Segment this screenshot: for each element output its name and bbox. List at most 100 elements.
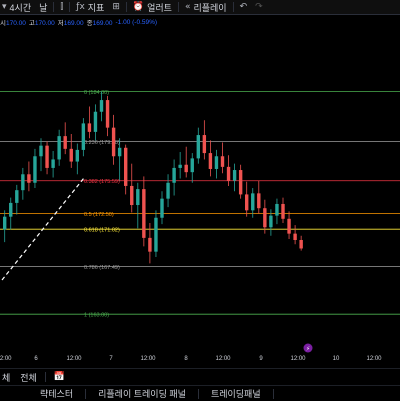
low-value: 169.00	[63, 20, 84, 27]
range-all-button[interactable]: 전체	[18, 371, 39, 384]
time-axis-label: 12:00	[215, 356, 231, 362]
bottom-range-bar: 체 전체 📅	[0, 368, 400, 385]
time-axis-label: 9	[259, 356, 263, 362]
chart-type-button[interactable]: ⫿	[58, 2, 65, 12]
tab-strategy-tester[interactable]: 략테스터	[0, 387, 85, 400]
candle-body	[3, 216, 7, 230]
tab-replay-trading-panel[interactable]: 리플레이 트레이딩 패널	[86, 387, 198, 400]
divider	[272, 388, 274, 399]
divider	[44, 372, 46, 382]
undo-icon: ↶	[239, 2, 248, 12]
candle-body	[160, 198, 164, 218]
candle-body	[293, 233, 297, 240]
rewind-icon: «	[184, 2, 191, 12]
candle-body	[208, 153, 213, 169]
candle-body	[178, 164, 182, 168]
range-period-label: 체	[2, 372, 11, 383]
replay-button[interactable]: « 리플레이	[183, 1, 229, 14]
indicators-button[interactable]: ƒx 지표	[74, 1, 106, 14]
indicators-label: 지표	[87, 2, 105, 13]
top-toolbar: ▾ 4시간 날 ⫿ ƒx 지표 ⊞ ⏰ 얼러트 « 리플레이 ↶ ↷	[0, 0, 400, 15]
range-period-button[interactable]: 체	[0, 371, 12, 384]
candle-body	[251, 193, 255, 211]
candlestick-icon: ⫿	[60, 2, 64, 12]
time-axis[interactable]: 12:00 6 12:00 7 12:00 8 12:00 9 12:00 10 12:00	[0, 356, 382, 362]
time-axis-label: 7	[109, 356, 113, 362]
redo-button[interactable]: ↷	[253, 2, 265, 12]
divider	[53, 2, 55, 12]
tab-trading-panel[interactable]: 트레이딩패널	[199, 387, 273, 400]
fib-level-label: 0.786 (167.49)	[84, 265, 120, 271]
chevron-down-icon: ▾	[2, 2, 7, 12]
change-value: -1.00 (-0.59%)	[115, 18, 158, 26]
redo-icon: ↷	[255, 2, 263, 12]
interval-unit-label: 날	[39, 2, 48, 13]
candle-body	[93, 111, 98, 132]
fib-level-label: 0.382 (175.59)	[84, 179, 120, 185]
candle-body	[33, 156, 37, 183]
divider	[125, 2, 127, 12]
range-all-label: 전체	[20, 372, 37, 383]
high-value: 170.00	[34, 20, 55, 27]
candle-body	[75, 149, 79, 162]
bottom-panels: 략테스터 리플레이 트레이딩 패널 트레이딩패널	[0, 385, 400, 401]
candles	[3, 91, 303, 264]
candle-body	[81, 123, 86, 150]
candle-body	[238, 170, 243, 195]
candle-body	[130, 185, 134, 206]
candle-body	[87, 123, 92, 132]
interval-unit-button[interactable]: 날	[37, 1, 49, 14]
open-value: 170.00	[5, 20, 26, 27]
lightning-icon: ⚡	[306, 346, 310, 353]
candle-body	[190, 158, 194, 173]
alerts-label: 얼러트	[147, 2, 172, 13]
time-axis-label: 12:00	[290, 356, 306, 362]
interval-label: 4시간	[9, 2, 32, 13]
divider	[177, 2, 179, 12]
alarm-clock-icon: ⏰	[132, 2, 145, 12]
date-range-button[interactable]: 📅	[52, 372, 67, 382]
candle-body	[299, 240, 303, 249]
candle-body	[15, 190, 19, 203]
candle-body	[281, 203, 285, 219]
fibonacci-retracement[interactable]: 0 (184.00)0.236 (179.28)0.382 (175.59)0.…	[0, 90, 400, 319]
candle-body	[214, 156, 219, 169]
ohlc-legend: 시170.00 고170.00 저169.00 종169.00 -1.00 (-…	[0, 16, 157, 28]
time-axis-label: 10	[333, 356, 340, 362]
time-axis-label: 12:00	[66, 356, 82, 362]
candle-body	[257, 193, 261, 209]
time-axis-label: 12:00	[140, 356, 156, 362]
candle-body	[269, 215, 273, 228]
fib-level-label: 1 (163.00)	[84, 313, 109, 319]
divider	[232, 2, 234, 12]
candle-body	[99, 100, 104, 112]
candle-body	[51, 159, 55, 168]
undo-button[interactable]: ↶	[238, 2, 250, 12]
candle-body	[142, 189, 146, 238]
divider	[69, 2, 71, 12]
candle-body	[226, 166, 231, 181]
fib-level-label: 0.618 (171.02)	[84, 228, 120, 234]
calendar-icon: 📅	[53, 372, 66, 382]
candle-body	[184, 164, 188, 173]
candle-body	[27, 174, 31, 183]
candle-body	[166, 182, 170, 199]
candle-body	[9, 202, 13, 217]
alerts-button[interactable]: ⏰ 얼러트	[131, 1, 174, 14]
time-axis-label: 12:00	[0, 356, 12, 362]
price-chart[interactable]: 0 (184.00)0.236 (179.28)0.382 (175.59)0.…	[0, 28, 400, 368]
time-axis-label: 6	[34, 356, 38, 362]
indicators-icon: ƒx	[76, 2, 85, 12]
candle-body	[124, 147, 128, 186]
candle-body	[45, 145, 49, 168]
candle-body	[245, 194, 249, 211]
candle-body	[154, 217, 158, 252]
event-badge[interactable]: ⚡	[303, 343, 313, 353]
candle-body	[111, 127, 116, 157]
fib-level-label: 0.5 (172.50)	[84, 212, 114, 218]
time-axis-label: 12:00	[366, 356, 382, 362]
candle-body	[39, 145, 43, 157]
layout-button[interactable]: ⊞	[110, 2, 122, 12]
candle-body	[172, 167, 176, 183]
interval-selector[interactable]: ▾ 4시간	[0, 1, 33, 14]
